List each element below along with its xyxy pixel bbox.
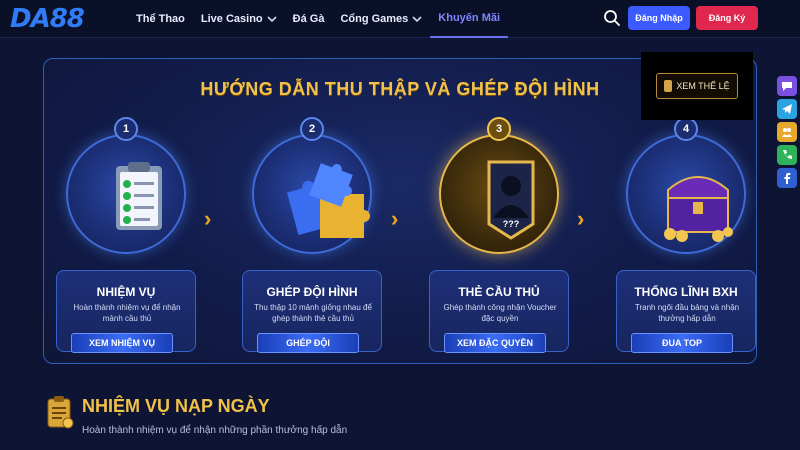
treasure-chest-icon — [664, 176, 733, 242]
register-button[interactable]: Đăng Ký — [696, 6, 758, 30]
assemble-team-button[interactable]: GHÉP ĐỘI — [257, 333, 359, 353]
view-rules-button[interactable]: XEM THỂ LỆ — [641, 52, 753, 120]
daily-mission-title: NHIỆM VỤ NẠP NGÀY — [82, 396, 270, 416]
step-description: Hoàn thành nhiệm vụ để nhận mảnh cầu thủ — [73, 303, 181, 323]
chevron-down-icon — [267, 16, 277, 23]
daily-mission-subtitle: Hoàn thành nhiệm vụ để nhận những phần t… — [82, 425, 348, 436]
nav-item-live-casino[interactable]: Live Casino — [193, 0, 285, 38]
facebook-icon[interactable] — [777, 168, 797, 188]
puzzle-icon — [287, 163, 370, 238]
step-number: 4 — [674, 117, 698, 141]
step-number: 1 — [114, 117, 138, 141]
step-number: 2 — [300, 117, 324, 141]
rules-label: XEM THỂ LỆ — [676, 81, 730, 91]
step-circle: ??? — [439, 134, 559, 254]
view-privileges-button[interactable]: XEM ĐẶC QUYỀN — [444, 333, 546, 353]
step-info-card: GHÉP ĐỘI HÌNH Thu thập 10 mảnh giống nha… — [242, 270, 382, 353]
step-circle — [66, 134, 186, 254]
step-description: Thu thập 10 mảnh giống nhau để ghép thàn… — [254, 303, 372, 323]
step-info-card: THỐNG LĨNH BXH Tranh ngôi đầu bảng và nh… — [616, 270, 756, 353]
nav-item-khuyen-mai[interactable]: Khuyến Mãi — [430, 0, 509, 38]
main-nav: Thể Thao Live Casino Đá Gà Cổng Games Kh… — [128, 0, 509, 38]
step-title: NHIỆM VỤ — [96, 285, 156, 299]
view-missions-button[interactable]: XEM NHIỆM VỤ — [71, 333, 173, 353]
contact-sidebar — [777, 76, 797, 188]
chevron-down-icon — [412, 16, 422, 23]
nav-label: Live Casino — [200, 13, 263, 25]
login-button[interactable]: Đăng Nhập — [628, 6, 690, 30]
clipboard-icon — [47, 396, 74, 429]
step-description: Ghép thành công nhận Voucher đặc quyền — [443, 303, 557, 323]
step-number: 3 — [487, 117, 511, 141]
race-top-button[interactable]: ĐUA TOP — [631, 333, 733, 353]
da88-logo[interactable]: DA88 — [10, 6, 126, 38]
nav-item-cong-games[interactable]: Cổng Games — [332, 0, 430, 38]
nav-item-the-thao[interactable]: Thể Thao — [128, 0, 193, 38]
nav-label: Khuyến Mãi — [438, 12, 501, 24]
step-title: THẺ CẦU THỦ — [458, 285, 540, 299]
top-navbar: DA88 Thể Thao Live Casino Đá Gà Cổng Gam… — [0, 0, 800, 38]
player-card-icon: ??? — [487, 160, 535, 240]
chevron-right-icon: › — [204, 206, 212, 231]
nav-label: Thể Thao — [136, 13, 185, 25]
chevron-right-icon: › — [391, 206, 399, 231]
telegram-icon[interactable] — [777, 99, 797, 119]
nav-label: Cổng Games — [340, 13, 409, 25]
chat-icon[interactable] — [777, 76, 797, 96]
step-info-card: THẺ CẦU THỦ Ghép thành công nhận Voucher… — [429, 270, 569, 353]
card-mystery-text: ??? — [503, 219, 520, 229]
search-icon[interactable] — [603, 9, 621, 27]
step-title: THỐNG LĨNH BXH — [634, 285, 738, 299]
step-circle — [626, 134, 746, 254]
nav-label: Đá Gà — [292, 13, 325, 25]
group-icon[interactable] — [777, 122, 797, 142]
phone-icon[interactable] — [777, 145, 797, 165]
step-title: GHÉP ĐỘI HÌNH — [266, 285, 358, 299]
step-description: Tranh ngôi đầu bảng và nhận thưởng hấp d… — [634, 303, 740, 323]
step-info-card: NHIỆM VỤ Hoàn thành nhiệm vụ để nhận mản… — [56, 270, 196, 353]
step-circle — [252, 134, 372, 254]
logo-text: DA88 — [10, 4, 85, 34]
clipboard-icon — [116, 162, 162, 230]
chevron-right-icon: › — [577, 206, 585, 231]
scroll-icon — [664, 80, 673, 92]
nav-item-da-ga[interactable]: Đá Gà — [285, 0, 333, 38]
